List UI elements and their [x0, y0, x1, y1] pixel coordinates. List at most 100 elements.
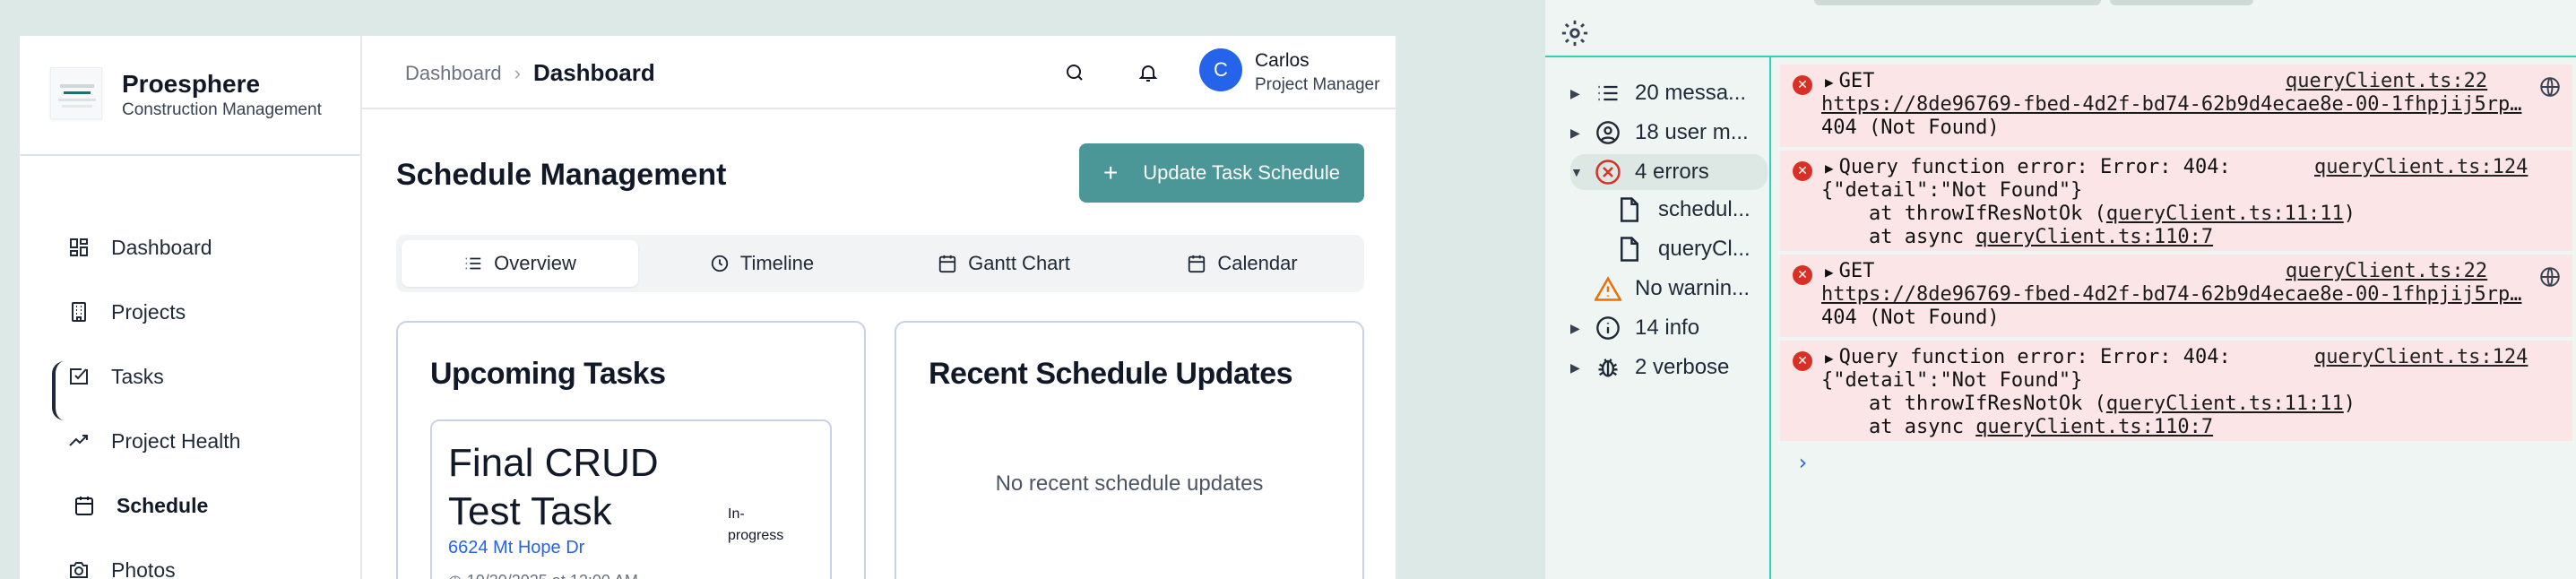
expand-icon[interactable]: ▶ [1570, 321, 1592, 336]
source-link[interactable]: queryClient.ts:124 [2314, 346, 2528, 369]
building-icon [66, 299, 91, 324]
checkbox-icon [66, 364, 91, 389]
logo [50, 67, 102, 119]
breadcrumb: Dashboard › Dashboard [405, 59, 655, 87]
stack-text: at async [1821, 226, 1976, 248]
empty-message: No recent schedule updates [995, 471, 1264, 496]
stack-link[interactable]: queryClient.ts:110:7 [1975, 226, 2213, 248]
source-link[interactable]: queryClient.ts:124 [2314, 156, 2528, 179]
sidebar-item-project-health[interactable]: Project Health [66, 414, 353, 468]
tab-timeline[interactable]: Timeline [644, 240, 880, 287]
warning-icon [1592, 272, 1624, 305]
card-title: Recent Schedule Updates [929, 357, 1293, 391]
task-title: Final CRUD Test Task [448, 441, 659, 533]
stack-link[interactable]: queryClient.ts:110:7 [1975, 416, 2213, 438]
sidebar-item-dashboard[interactable]: Dashboard [66, 220, 353, 274]
network-icon[interactable] [2538, 265, 2562, 289]
sidebar-item-file[interactable]: queryCl... [1613, 231, 1768, 267]
console-message-error[interactable]: ✕ Query function error: Error: 404: quer… [1780, 151, 2572, 251]
sidebar-item-tasks[interactable]: Tasks [66, 350, 353, 403]
toolbar-tab[interactable] [2110, 0, 2253, 5]
console-message-error[interactable]: ✕ GET queryClient.ts:22 https://8de96769… [1780, 65, 2572, 147]
file-icon [1613, 194, 1646, 226]
message-text[interactable]: GET [1825, 70, 1875, 94]
app-window: Proesphere Construction Management Dashb… [20, 36, 1396, 579]
message-text[interactable]: Query function error: Error: 404: [1825, 156, 2231, 180]
console-message-error[interactable]: ✕ Query function error: Error: 404: quer… [1780, 341, 2572, 441]
error-icon: ✕ [1793, 161, 1812, 181]
brand: Proesphere Construction Management [20, 36, 360, 156]
tab-calendar[interactable]: Calendar [1124, 240, 1361, 287]
network-icon[interactable] [2538, 75, 2562, 99]
breadcrumb-parent[interactable]: Dashboard [405, 62, 502, 85]
stack-link[interactable]: queryClient.ts:11:11 [2106, 203, 2344, 225]
sidebar-item-warnings[interactable]: No warnin... [1570, 271, 1768, 307]
message-detail: {"detail":"Not Found"} [1821, 179, 2083, 202]
bell-icon[interactable] [1135, 59, 1162, 86]
stack-link[interactable]: queryClient.ts:11:11 [2106, 393, 2344, 415]
message-text[interactable]: Query function error: Error: 404: [1825, 346, 2231, 370]
expand-icon[interactable]: ▶ [1570, 86, 1592, 101]
request-url[interactable]: https://8de96769-fbed-4d2f-bd74-62b9d4ec… [1821, 283, 2529, 307]
bug-icon [1592, 351, 1624, 384]
search-icon[interactable] [1061, 59, 1088, 86]
sidebar-item-schedule[interactable]: Schedule [72, 479, 359, 532]
sidebar-item-photos[interactable]: Photos [66, 543, 353, 579]
source-link[interactable]: queryClient.ts:22 [2286, 260, 2487, 283]
request-url[interactable]: https://8de96769-fbed-4d2f-bd74-62b9d4ec… [1821, 93, 2529, 117]
message-text[interactable]: GET [1825, 260, 1875, 284]
stack-frame: at async queryClient.ts:110:7 [1821, 416, 2213, 439]
source-link[interactable]: queryClient.ts:22 [2286, 70, 2487, 93]
tab-label: Overview [494, 252, 576, 274]
user-icon [1592, 117, 1624, 149]
button-label: Update Task Schedule [1143, 161, 1341, 184]
card-title: Upcoming Tasks [430, 357, 666, 391]
sidebar-item-label: 20 messa... [1635, 81, 1747, 105]
collapse-icon[interactable]: ▼ [1570, 165, 1592, 179]
sidebar-item-label: Photos [111, 557, 176, 579]
breadcrumb-current: Dashboard [532, 59, 655, 86]
expand-icon[interactable]: ▶ [1570, 360, 1592, 376]
tab-gantt-chart[interactable]: Gantt Chart [886, 240, 1122, 287]
trend-icon [66, 428, 91, 454]
stack-frame: at throwIfResNotOk (queryClient.ts:11:11… [1821, 203, 2356, 226]
sidebar-item-verbose[interactable]: ▶ 2 verbose [1570, 350, 1768, 385]
dashboard-icon [66, 235, 91, 260]
sidebar-item-file[interactable]: schedul... [1613, 192, 1768, 228]
sidebar-item-info[interactable]: ▶ 14 info [1570, 310, 1768, 346]
stack-text: at throwIfResNotOk ( [1821, 203, 2106, 225]
gear-icon[interactable] [1560, 18, 1590, 48]
message-detail: {"detail":"Not Found"} [1821, 369, 2083, 392]
clock-icon [710, 254, 730, 273]
calendar-icon [1187, 254, 1206, 273]
sidebar-item-label: Dashboard [111, 235, 212, 259]
tab-bar: Overview Timeline Gantt Chart Calendar [396, 235, 1364, 292]
sidebar-item-label: Schedule [117, 493, 209, 517]
user-name: Carlos [1255, 50, 1310, 71]
devtools-panel: ▶ 20 messa... ▶ 18 user m... ▼ 4 errors … [1545, 0, 2576, 579]
upcoming-tasks-card: Upcoming Tasks Final CRUD Test Task In-p… [396, 321, 866, 579]
toolbar-tab[interactable] [1814, 0, 2101, 5]
task-card[interactable]: Final CRUD Test Task In-progress 6624 Mt… [430, 419, 832, 579]
console-message-error[interactable]: ✕ GET queryClient.ts:22 https://8de96769… [1780, 255, 2572, 337]
page-title: Schedule Management [396, 158, 727, 192]
task-address[interactable]: 6624 Mt Hope Dr [448, 538, 584, 558]
topbar: Dashboard › Dashboard C Carlos Project M… [362, 36, 1396, 109]
sidebar-item-user-messages[interactable]: ▶ 18 user m... [1570, 115, 1768, 151]
tab-label: Calendar [1217, 252, 1298, 274]
sidebar-item-projects[interactable]: Projects [66, 285, 353, 339]
stack-text: ) [2343, 393, 2356, 415]
status-badge: In-progress [728, 506, 784, 543]
brand-subtitle: Construction Management [122, 100, 322, 119]
expand-icon[interactable]: ▶ [1570, 125, 1592, 141]
tab-overview[interactable]: Overview [402, 240, 638, 287]
camera-icon [66, 557, 91, 579]
sidebar-item-errors[interactable]: ▼ 4 errors [1570, 154, 1768, 190]
console-prompt[interactable]: › [1796, 450, 1809, 475]
avatar[interactable]: C [1199, 48, 1242, 91]
sidebar-item-messages[interactable]: ▶ 20 messa... [1570, 75, 1768, 111]
update-task-schedule-button[interactable]: + Update Task Schedule [1079, 143, 1364, 203]
sidebar-item-label: 14 info [1635, 315, 1700, 340]
sidebar-item-label: 18 user m... [1635, 120, 1749, 144]
list-icon [1592, 77, 1624, 109]
